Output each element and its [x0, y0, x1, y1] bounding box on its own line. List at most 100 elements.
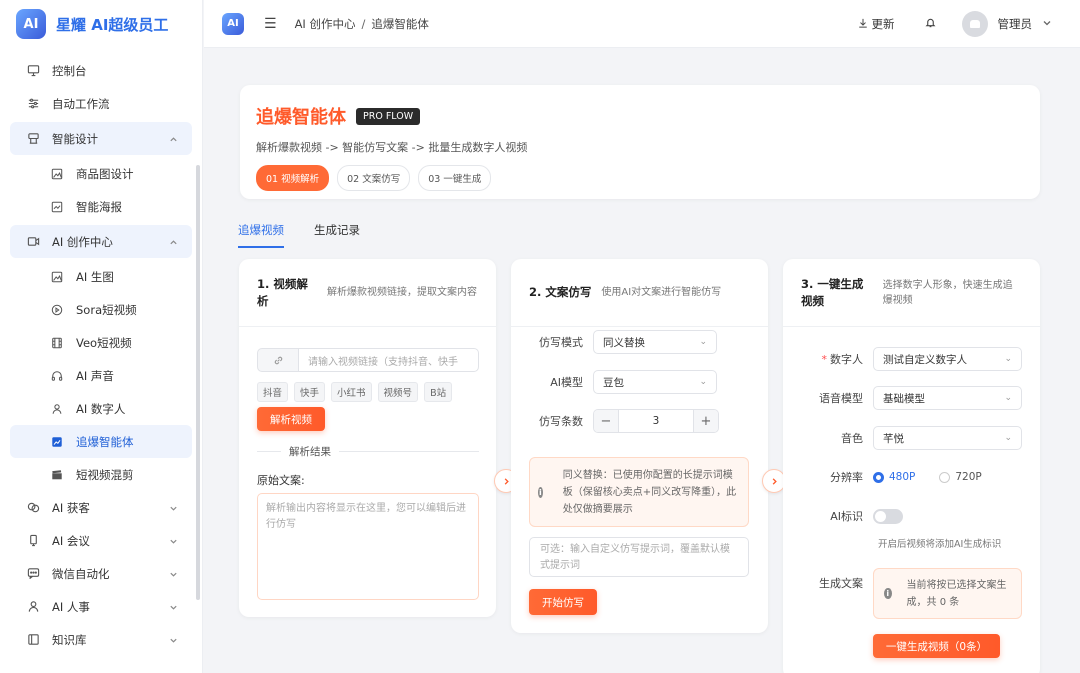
sidebar-item-label: 微信自动化: [52, 566, 110, 581]
info-icon: i: [884, 588, 892, 599]
sidebar-item-smart-poster[interactable]: 智能海报: [10, 190, 192, 223]
original-text-label: 原始文案:: [257, 474, 305, 487]
image-icon: [50, 270, 64, 284]
chevron-up-icon: [169, 236, 178, 250]
tab-viral-video[interactable]: 追爆视频: [238, 222, 284, 248]
plus-button[interactable]: +: [694, 410, 718, 432]
generate-video-button[interactable]: 一键生成视频（0条）: [873, 634, 1000, 658]
user-name[interactable]: 管理员: [998, 16, 1033, 32]
menu-toggle-icon[interactable]: ☰: [264, 16, 277, 32]
gen-text-label: 生成文案: [819, 577, 863, 590]
chevron-down-icon: ⌄: [699, 377, 707, 387]
gen-text-row: 生成文案: [803, 567, 863, 591]
sidebar-item-ai-creation[interactable]: AI 创作中心: [10, 225, 192, 258]
rewrite-mode-select[interactable]: 同义替换 ⌄: [593, 330, 717, 354]
step-pill-generate[interactable]: 03 一键生成: [418, 165, 492, 191]
refresh-button[interactable]: 更新: [858, 16, 895, 32]
video-parse-card: 1. 视频解析 解析爆款视频链接，提取文案内容 请输入视频链接（支持抖音、快手 …: [239, 259, 496, 617]
voice-model-label: 语音模型: [819, 392, 863, 405]
sidebar-item-sora[interactable]: Sora短视频: [10, 293, 192, 326]
step-pills: 01 视频解析 02 文案仿写 03 一键生成: [256, 165, 1024, 191]
minus-button[interactable]: −: [594, 410, 618, 432]
timbre-select[interactable]: 芊悦 ⌄: [873, 426, 1022, 450]
sidebar-item-short-video-mix[interactable]: 短视频混剪: [10, 458, 192, 491]
chevron-down-icon[interactable]: [1042, 17, 1052, 31]
sidebar-item-label: AI 人事: [52, 599, 90, 614]
sidebar-item-label: AI 数字人: [76, 401, 126, 416]
tab-history[interactable]: 生成记录: [314, 222, 360, 248]
voice-model-select[interactable]: 基础模型 ⌄: [873, 386, 1022, 410]
ai-mark-label: AI标识: [830, 510, 863, 523]
card-header: 3. 一键生成视频 选择数字人形象，快速生成追爆视频: [783, 259, 1040, 327]
hero-subtitle: 解析爆款视频 -> 智能仿写文案 -> 批量生成数字人视频: [256, 141, 528, 154]
sidebar-item-ai-meeting[interactable]: AI 会议: [10, 524, 192, 557]
select-value: 同义替换: [603, 336, 645, 349]
ai-mark-toggle[interactable]: [873, 508, 903, 524]
timbre-row: 音色 芊悦 ⌄: [803, 426, 1022, 450]
platform-tag[interactable]: 视频号: [377, 382, 419, 402]
card-header: 2. 文案仿写 使用AI对文案进行智能仿写: [511, 259, 768, 327]
platform-tag[interactable]: B站: [424, 382, 453, 402]
sliders-icon: [26, 97, 40, 111]
sidebar-item-ai-avatar[interactable]: AI 数字人: [10, 392, 192, 425]
avatar-select[interactable]: 测试自定义数字人 ⌄: [873, 347, 1022, 371]
sidebar-item-ai-image[interactable]: AI 生图: [10, 260, 192, 293]
topbar-logo[interactable]: AI: [222, 12, 244, 35]
sidebar-item-wechat-automation[interactable]: 微信自动化: [10, 557, 192, 590]
sidebar-item-viral-agent[interactable]: 追爆智能体: [10, 425, 192, 458]
film-icon: [50, 336, 64, 350]
parse-video-button[interactable]: 解析视频: [257, 407, 325, 431]
chevron-down-icon: ⌄: [1004, 354, 1012, 364]
radio-480p[interactable]: 480P: [873, 471, 915, 483]
sidebar-item-ai-customer[interactable]: AI 获客: [10, 491, 192, 524]
platform-tag[interactable]: 快手: [294, 382, 326, 402]
sidebar-scrollbar[interactable]: [196, 165, 200, 600]
breadcrumb-item[interactable]: AI 创作中心: [295, 17, 356, 31]
rewrite-count-stepper: − 3 +: [593, 409, 719, 433]
sidebar-item-product-design[interactable]: 商品图设计: [10, 157, 192, 190]
info-icon: i: [538, 486, 543, 498]
sidebar-item-ai-hr[interactable]: AI 人事: [10, 590, 192, 623]
rewrite-count-value[interactable]: 3: [618, 410, 694, 432]
sidebar-item-console[interactable]: 控制台: [10, 54, 192, 87]
customer-icon: [26, 501, 40, 515]
brand[interactable]: AI 星耀 AI超级员工: [0, 0, 202, 48]
radio-720p[interactable]: 720P: [939, 471, 982, 483]
platform-tag[interactable]: 小红书: [331, 382, 372, 402]
original-text-area[interactable]: 解析输出内容将显示在这里，您可以编辑后进行仿写: [257, 493, 479, 600]
link-icon[interactable]: [257, 348, 299, 372]
ai-mark-hint: 开启后视频将添加AI生成标识: [878, 539, 1002, 550]
parse-result-label: 解析结果: [281, 444, 339, 459]
sidebar-item-label: AI 会议: [52, 533, 90, 548]
rewrite-count-row: 仿写条数 − 3 +: [529, 409, 719, 433]
clapper-icon: [50, 468, 64, 482]
sidebar-item-ai-voice[interactable]: AI 声音: [10, 359, 192, 392]
bell-icon[interactable]: [925, 17, 936, 31]
custom-prompt-input[interactable]: 可选：输入自定义仿写提示词，覆盖默认模式提示词: [529, 537, 749, 577]
step-pill-parse[interactable]: 01 视频解析: [256, 165, 330, 191]
sidebar-item-knowledge-base[interactable]: 知识库: [10, 623, 192, 656]
radio-label: 720P: [955, 471, 982, 483]
sidebar-item-label: 追爆智能体: [76, 434, 134, 449]
select-value: 豆包: [603, 376, 624, 389]
card-desc: 选择数字人形象，快速生成追爆视频: [882, 279, 1013, 306]
card-title: 1. 视频解析: [257, 276, 308, 308]
video-link-input[interactable]: 请输入视频链接（支持抖音、快手: [299, 348, 479, 372]
video-icon: [26, 235, 40, 249]
ai-model-select[interactable]: 豆包 ⌄: [593, 370, 717, 394]
tabs: 追爆视频 生成记录: [238, 222, 360, 248]
chevron-down-icon: ⌄: [1004, 433, 1012, 443]
step-pill-rewrite[interactable]: 02 文案仿写: [337, 165, 411, 191]
sidebar-item-workflow[interactable]: 自动工作流: [10, 87, 192, 120]
resolution-row: 分辨率 480P 720P: [803, 469, 982, 485]
sidebar-item-label: AI 生图: [76, 269, 114, 284]
start-rewrite-button[interactable]: 开始仿写: [529, 589, 597, 615]
sidebar-item-veo[interactable]: Veo短视频: [10, 326, 192, 359]
platform-tag[interactable]: 抖音: [257, 382, 289, 402]
card-title: 2. 文案仿写: [529, 285, 592, 299]
headphones-icon: [50, 369, 64, 383]
sidebar-item-smart-design[interactable]: 智能设计: [10, 122, 192, 155]
avatar[interactable]: [961, 10, 988, 37]
resolution-label: 分辨率: [830, 471, 863, 484]
required-mark: *: [821, 353, 828, 366]
